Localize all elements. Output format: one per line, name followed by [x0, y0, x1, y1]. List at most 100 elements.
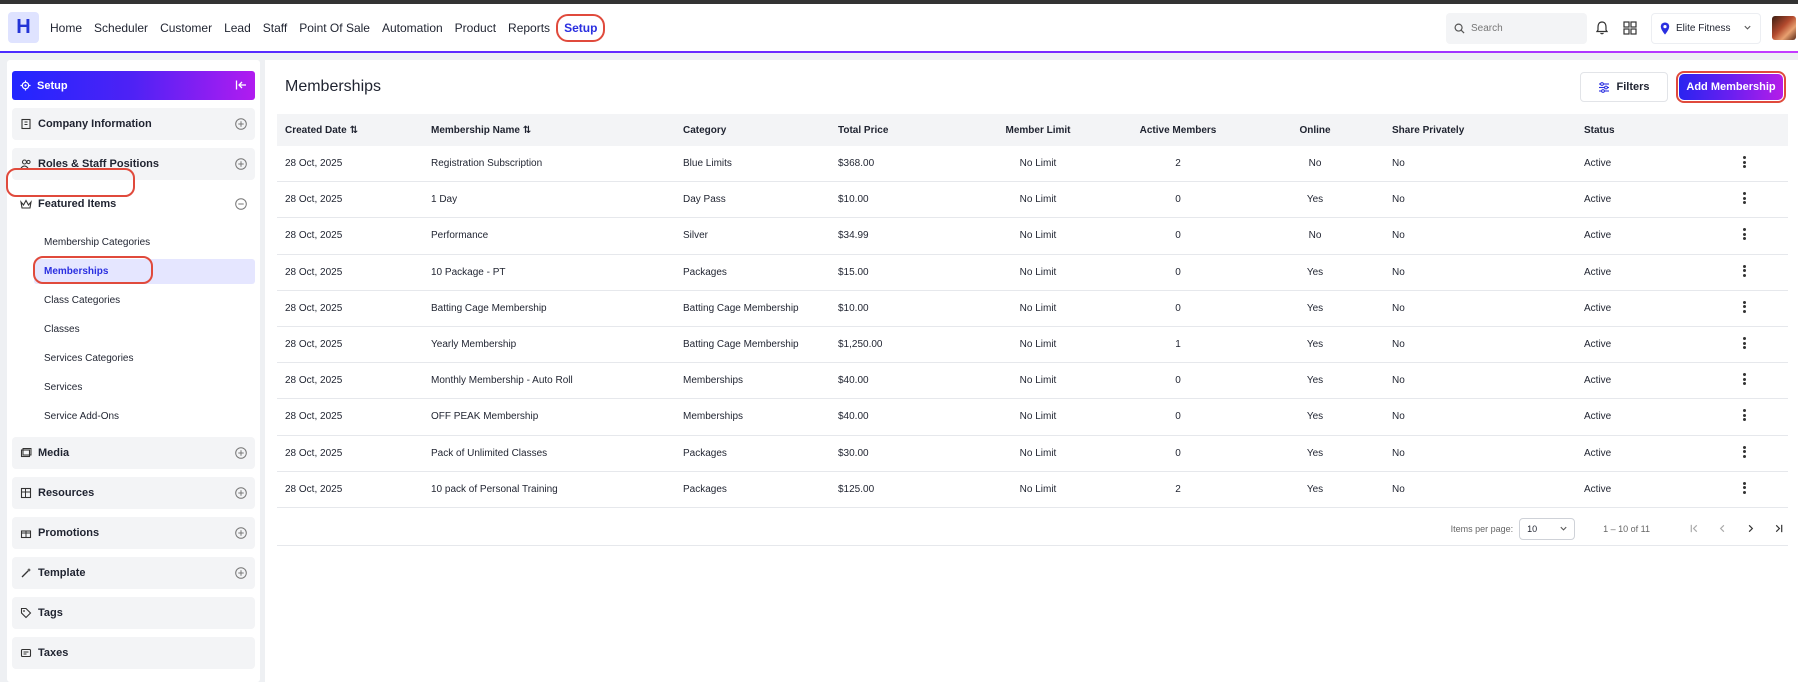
column-header-label: Active Members [1139, 124, 1217, 136]
first-page-button[interactable] [1684, 519, 1704, 539]
table-row[interactable]: 28 Oct, 2025 10 Package - PT Packages $15.0… [277, 255, 1788, 291]
collapse-section-icon[interactable] [235, 198, 247, 210]
nav-item-point-of-sale[interactable]: Point Of Sale [299, 21, 370, 35]
nav-item-lead[interactable]: Lead [224, 21, 251, 35]
column-header-status: Status [1574, 125, 1734, 136]
cell-status: Active [1584, 230, 1612, 242]
nav-item-scheduler[interactable]: Scheduler [94, 21, 148, 35]
items-per-page-select[interactable]: 10 [1519, 517, 1576, 540]
cell-membership-name: Batting Cage Membership [431, 302, 547, 314]
sidebar-item-class-categories[interactable]: Class Categories [12, 288, 255, 313]
row-actions-button[interactable] [1734, 408, 1754, 426]
cell-member-limit: No Limit [1019, 339, 1057, 351]
table-row[interactable]: 28 Oct, 2025 Yearly Membership Batting Cag… [277, 327, 1788, 364]
more-vertical-icon [1742, 444, 1746, 459]
expand-section-icon[interactable] [235, 487, 247, 499]
sidebar-item-service-add-ons[interactable]: Service Add-Ons [12, 404, 255, 429]
row-actions-button[interactable] [1734, 227, 1754, 245]
table-row[interactable]: 28 Oct, 2025 Monthly Membership - Auto Ro… [277, 363, 1788, 400]
cell-share-privately: No [1392, 158, 1405, 170]
cell-share-privately: No [1392, 375, 1405, 387]
topbar-accent-line [0, 51, 1798, 53]
row-actions-button[interactable] [1734, 299, 1754, 317]
cell-total-price: $10.00 [838, 194, 869, 206]
cell-total-price: $40.00 [838, 375, 869, 387]
sidebar-section-tags[interactable]: Tags [12, 597, 255, 629]
sidebar-header[interactable]: Setup [12, 71, 255, 100]
cell-created-date: 28 Oct, 2025 [285, 230, 343, 242]
expand-section-icon[interactable] [235, 447, 247, 459]
sidebar-section-promotions[interactable]: Promotions [12, 517, 255, 549]
column-header-membership-name[interactable]: Membership Name ⇅ [431, 125, 683, 136]
column-header-label: Status [1584, 124, 1615, 136]
nav-item-staff[interactable]: Staff [263, 21, 287, 35]
app-logo[interactable]: H [8, 12, 39, 43]
table-row[interactable]: 28 Oct, 2025 Performance Silver $34.99 No Li… [277, 218, 1788, 255]
sidebar-section-label: Featured Items [38, 198, 117, 210]
search-input[interactable] [1471, 23, 1581, 34]
cell-total-price: $125.00 [838, 483, 875, 495]
sidebar-section-media[interactable]: Media [12, 437, 255, 469]
column-header-member-limit: Member Limit [988, 125, 1088, 136]
nav-item-customer[interactable]: Customer [160, 21, 212, 35]
expand-section-icon[interactable] [235, 567, 247, 579]
location-selector[interactable]: Elite Fitness [1651, 13, 1761, 44]
user-avatar[interactable] [1772, 16, 1796, 40]
filters-button[interactable]: Filters [1580, 72, 1668, 102]
cell-status: Active [1584, 411, 1612, 423]
sort-icon[interactable]: ⇅ [350, 125, 358, 136]
more-vertical-icon [1742, 299, 1746, 314]
table-header: Created Date ⇅ Membership Name ⇅ Category Tot… [277, 114, 1788, 146]
row-actions-button[interactable] [1734, 444, 1754, 462]
cell-share-privately: No [1392, 266, 1405, 278]
expand-section-icon[interactable] [235, 158, 247, 170]
next-page-button[interactable] [1740, 519, 1760, 539]
sidebar-section-resources[interactable]: Resources [12, 477, 255, 509]
grid-icon[interactable] [1622, 20, 1638, 36]
sidebar-item-membership-categories[interactable]: Membership Categories [12, 230, 255, 255]
table-body: 28 Oct, 2025 Registration Subscription Blu… [277, 146, 1788, 508]
cell-active-members: 0 [1175, 230, 1181, 242]
row-actions-button[interactable] [1734, 191, 1754, 209]
nav-item-product[interactable]: Product [455, 21, 496, 35]
prev-page-button[interactable] [1712, 519, 1732, 539]
table-row[interactable]: 28 Oct, 2025 10 pack of Personal Training… [277, 472, 1788, 508]
column-header-created-date[interactable]: Created Date ⇅ [277, 125, 431, 136]
table-row[interactable]: 28 Oct, 2025 OFF PEAK Membership Membershi… [277, 399, 1788, 436]
cell-total-price: $34.99 [838, 230, 869, 242]
table-row[interactable]: 28 Oct, 2025 1 Day Day Pass $10.00 No Limit 0… [277, 182, 1788, 219]
row-actions-button[interactable] [1734, 263, 1754, 281]
table-row[interactable]: 28 Oct, 2025 Registration Subscription Blu… [277, 146, 1788, 183]
collapse-sidebar-icon[interactable] [235, 79, 247, 91]
nav-item-home[interactable]: Home [50, 21, 82, 35]
cell-category: Batting Cage Membership [683, 339, 799, 351]
sidebar-section-taxes[interactable]: Taxes [12, 637, 255, 669]
nav-item-automation[interactable]: Automation [382, 21, 443, 35]
row-actions-button[interactable] [1734, 155, 1754, 173]
nav-item-reports[interactable]: Reports [508, 21, 550, 35]
expand-section-icon[interactable] [235, 527, 247, 539]
sidebar-section-label: Promotions [38, 527, 100, 539]
sidebar-item-services-categories[interactable]: Services Categories [12, 346, 255, 371]
more-vertical-icon [1742, 263, 1746, 278]
table-row[interactable]: 28 Oct, 2025 Batting Cage Membership Batti… [277, 291, 1788, 327]
table-row[interactable]: 28 Oct, 2025 Pack of Unlimited Classes Pac… [277, 436, 1788, 472]
row-actions-button[interactable] [1734, 480, 1754, 498]
more-vertical-icon [1742, 191, 1746, 206]
cell-member-limit: No Limit [1019, 266, 1057, 278]
last-page-button[interactable] [1768, 519, 1788, 539]
sort-icon[interactable]: ⇅ [523, 125, 531, 136]
sidebar-item-services[interactable]: Services [12, 375, 255, 400]
cell-share-privately: No [1392, 411, 1405, 423]
sidebar-item-classes[interactable]: Classes [12, 317, 255, 342]
add-membership-button[interactable]: Add Membership [1679, 74, 1783, 100]
cell-category: Packages [683, 447, 727, 459]
nav-item-setup[interactable]: Setup [556, 14, 606, 42]
sidebar-section-company-information[interactable]: Company Information [12, 108, 255, 140]
row-actions-button[interactable] [1734, 372, 1754, 390]
sidebar-section-template[interactable]: Template [12, 557, 255, 589]
search-box[interactable] [1446, 13, 1587, 44]
row-actions-button[interactable] [1734, 336, 1754, 354]
bell-icon[interactable] [1594, 20, 1610, 36]
expand-section-icon[interactable] [235, 118, 247, 130]
